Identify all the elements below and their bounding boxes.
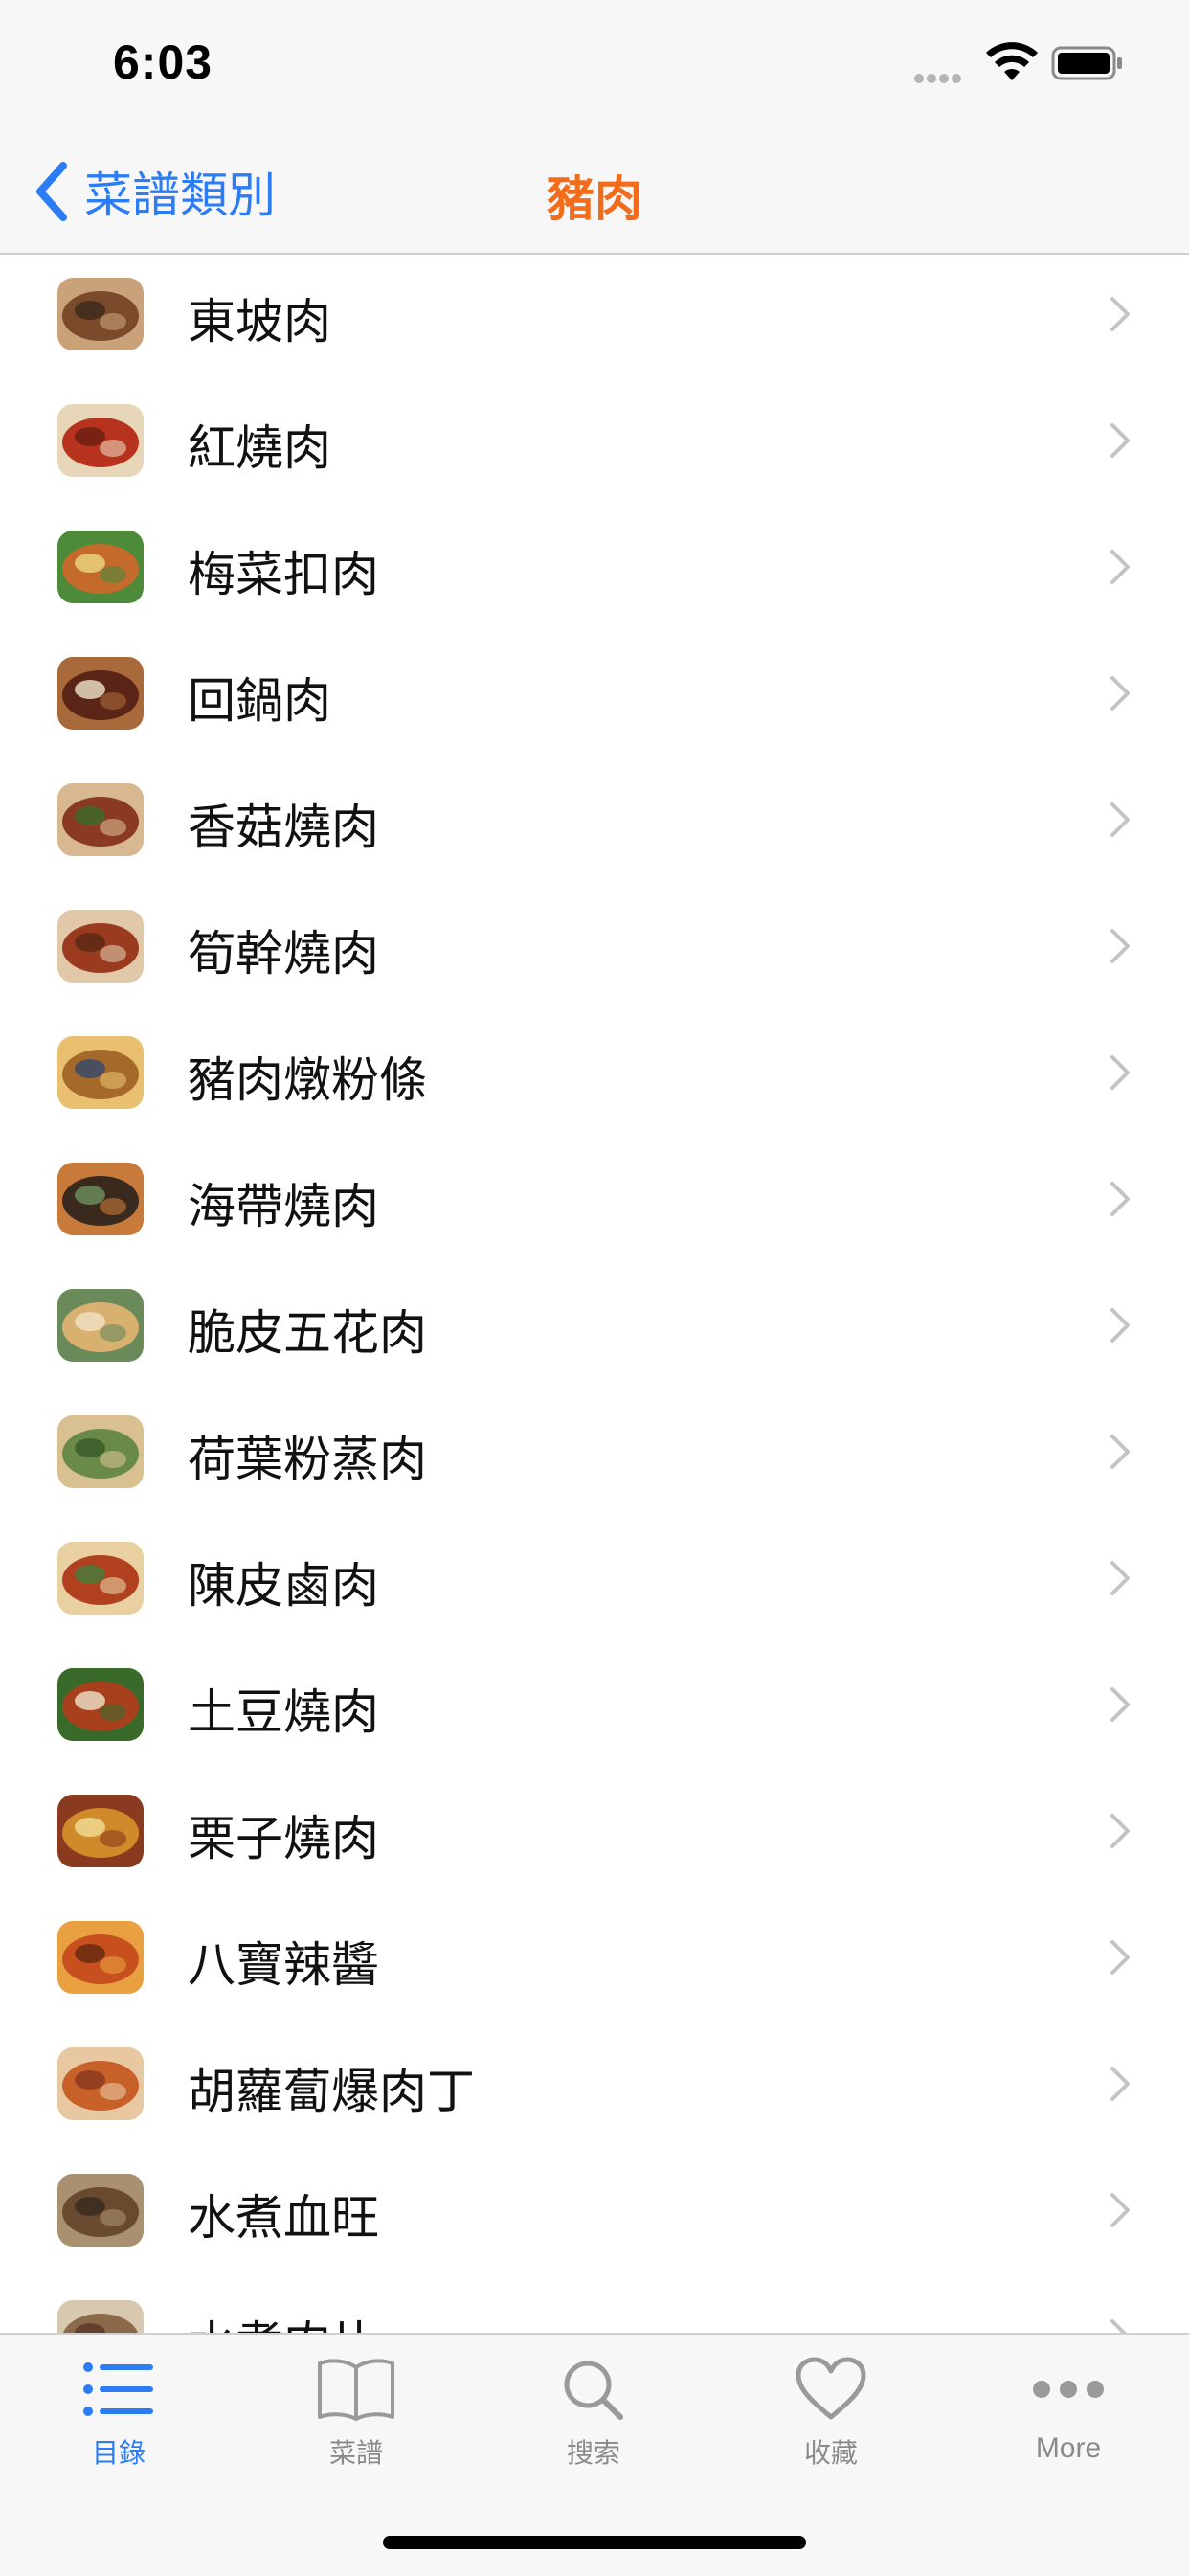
- tab-favorites-label: 收藏: [803, 2437, 858, 2469]
- list-item[interactable]: 胡蘿蔔爆肉丁: [0, 2024, 1189, 2151]
- list-item-label: 陳皮鹵肉: [188, 1558, 379, 1614]
- recipe-list: 東坡肉紅燒肉梅菜扣肉回鍋肉香菇燒肉筍幹燒肉豬肉燉粉條海帶燒肉脆皮五花肉荷葉粉蒸肉…: [0, 255, 1189, 2333]
- tab-more-label: More: [1035, 2432, 1102, 2464]
- dish-thumbnail: [57, 1795, 144, 1867]
- dish-thumbnail: [57, 657, 144, 730]
- list-item[interactable]: 海帶燒肉: [0, 1140, 1189, 1266]
- list-item-label: 荷葉粉蒸肉: [188, 1432, 427, 1487]
- list-item[interactable]: 香菇燒肉: [0, 760, 1189, 887]
- list-item[interactable]: 陳皮鹵肉: [0, 1519, 1189, 1645]
- list-item[interactable]: 栗子燒肉: [0, 1772, 1189, 1898]
- list-item-label: 紅燒肉: [188, 420, 331, 476]
- chevron-right-icon: [1110, 2319, 1127, 2333]
- chevron-right-icon: [1110, 1687, 1130, 1722]
- more-icon: [1033, 2381, 1104, 2398]
- list-item-label: 胡蘿蔔爆肉丁: [188, 2064, 475, 2119]
- dish-thumbnail: [57, 1036, 144, 1109]
- list-item-label: 海帶燒肉: [188, 1179, 379, 1234]
- list-item-label: 東坡肉: [188, 294, 331, 350]
- chevron-right-icon: [1110, 2193, 1130, 2227]
- list-item[interactable]: 脆皮五花肉: [0, 1266, 1189, 1392]
- home-indicator: [383, 2536, 806, 2549]
- list-item-label: 豬肉燉粉條: [188, 1052, 427, 1108]
- list-item-label: 回鍋肉: [188, 673, 331, 729]
- chevron-right-icon: [1110, 1055, 1130, 1090]
- list-item[interactable]: 水煮血旺: [0, 2151, 1189, 2277]
- tab-recipes-label: 菜譜: [328, 2437, 383, 2469]
- dish-thumbnail: [57, 1542, 144, 1615]
- tab-catalog[interactable]: 目錄: [23, 2356, 214, 2490]
- list-item-label: 筍幹燒肉: [188, 926, 379, 982]
- chevron-right-icon: [1110, 2067, 1130, 2101]
- tab-catalog-label: 目錄: [91, 2437, 146, 2469]
- list-item-label: 八寶辣醬: [188, 1937, 379, 1993]
- list-item[interactable]: 八寶辣醬: [0, 1898, 1189, 2024]
- tab-search-label: 搜索: [566, 2437, 620, 2469]
- chevron-right-icon: [1110, 423, 1130, 458]
- chevron-right-icon: [1110, 802, 1130, 837]
- list-item-label: 香菇燒肉: [188, 800, 379, 855]
- dish-thumbnail: [57, 2047, 144, 2120]
- chevron-right-icon: [1110, 1814, 1130, 1848]
- battery-icon: [1051, 46, 1122, 80]
- dish-thumbnail: [57, 783, 144, 856]
- dish-thumbnail: [57, 2300, 144, 2333]
- list-item-label: 栗子燒肉: [188, 1811, 379, 1866]
- dish-thumbnail: [57, 278, 144, 350]
- chevron-right-icon: [1110, 1435, 1130, 1469]
- wifi-icon: [986, 42, 1038, 80]
- cellular-signal-icon: [914, 69, 964, 87]
- chevron-right-icon: [1110, 297, 1130, 331]
- list-item-label: 土豆燒肉: [188, 1684, 379, 1740]
- search-icon: [564, 2361, 623, 2420]
- status-bar: 6:03: [0, 0, 1189, 134]
- tab-recipes[interactable]: 菜譜: [260, 2356, 452, 2490]
- dish-thumbnail: [57, 404, 144, 477]
- tab-search[interactable]: 搜索: [498, 2356, 689, 2490]
- dish-thumbnail: [57, 910, 144, 983]
- list-item[interactable]: 東坡肉: [0, 255, 1189, 381]
- dish-thumbnail: [57, 1415, 144, 1488]
- chevron-right-icon: [1110, 1940, 1130, 1975]
- list-item-label: 水煮血旺: [188, 2190, 379, 2246]
- list-item-label: 梅菜扣肉: [188, 547, 379, 602]
- chevron-right-icon: [1110, 550, 1130, 584]
- chevron-right-icon: [1110, 1182, 1130, 1216]
- dish-thumbnail: [57, 1163, 144, 1235]
- chevron-right-icon: [1110, 929, 1130, 963]
- heart-icon: [796, 2357, 866, 2420]
- navigation-bar: 菜譜類別 豬肉: [0, 134, 1189, 255]
- dish-thumbnail: [57, 2174, 144, 2247]
- list-item-label: 脆皮五花肉: [188, 1305, 427, 1361]
- dish-thumbnail: [57, 1289, 144, 1362]
- chevron-right-icon: [1110, 1308, 1130, 1343]
- dish-thumbnail: [57, 1668, 144, 1741]
- list-icon: [83, 2362, 153, 2416]
- list-item[interactable]: 筍幹燒肉: [0, 887, 1189, 1013]
- list-item[interactable]: 土豆燒肉: [0, 1645, 1189, 1772]
- dish-thumbnail: [57, 531, 144, 603]
- list-item[interactable]: 荷葉粉蒸肉: [0, 1392, 1189, 1519]
- dish-thumbnail: [57, 1921, 144, 1994]
- chevron-right-icon: [1110, 676, 1130, 711]
- book-icon: [318, 2359, 394, 2421]
- status-time: 6:03: [113, 35, 213, 89]
- chevron-right-icon: [1110, 1561, 1130, 1595]
- tab-favorites[interactable]: 收藏: [735, 2356, 927, 2490]
- page-title: 豬肉: [547, 171, 642, 227]
- list-item[interactable]: 梅菜扣肉: [0, 508, 1189, 634]
- list-item[interactable]: 水煮肉片: [0, 2277, 1189, 2333]
- tab-more[interactable]: More: [973, 2356, 1164, 2490]
- list-item[interactable]: 回鍋肉: [0, 634, 1189, 760]
- list-item[interactable]: 豬肉燉粉條: [0, 1013, 1189, 1140]
- list-item[interactable]: 紅燒肉: [0, 381, 1189, 508]
- list-item-label: 水煮肉片: [188, 2306, 379, 2333]
